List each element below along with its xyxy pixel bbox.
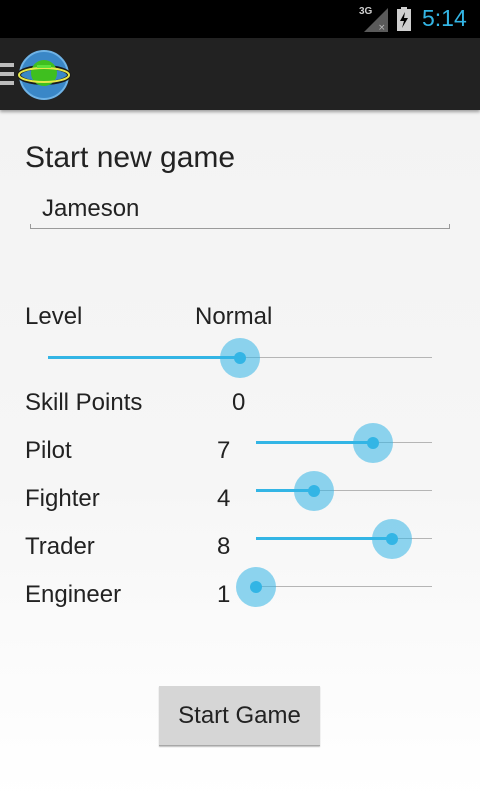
status-bar: 3G × 5:14 (0, 0, 480, 38)
svg-text:×: × (378, 23, 386, 32)
pilot-value: 7 (217, 437, 231, 464)
trader-slider-thumb[interactable] (372, 519, 412, 559)
fighter-value: 4 (217, 485, 231, 512)
fighter-label: Fighter (25, 485, 100, 512)
battery-charging-icon (397, 7, 411, 31)
trader-slider[interactable] (256, 519, 432, 559)
level-slider-thumb[interactable] (220, 338, 260, 378)
skill-points-value: 0 (232, 389, 246, 416)
pilot-slider[interactable] (256, 423, 432, 463)
trader-label: Trader (25, 533, 95, 560)
action-bar (0, 38, 480, 110)
engineer-slider-thumb[interactable] (236, 567, 276, 607)
fighter-slider-thumb[interactable] (294, 471, 334, 511)
engineer-slider-track (256, 586, 432, 587)
clock: 5:14 (422, 5, 467, 31)
name-input-underline (30, 224, 450, 229)
hamburger-icon[interactable] (0, 63, 14, 85)
commander-name-input[interactable] (30, 188, 450, 230)
level-value: Normal (195, 303, 273, 330)
trader-value: 8 (217, 533, 231, 560)
signal-icon: × (364, 8, 388, 32)
level-label: Level (25, 303, 83, 330)
fighter-slider[interactable] (256, 471, 432, 511)
engineer-slider[interactable] (236, 567, 432, 607)
engineer-label: Engineer (25, 581, 122, 608)
pilot-label: Pilot (25, 437, 72, 464)
pilot-slider-thumb[interactable] (353, 423, 393, 463)
planet-logo-icon[interactable] (17, 48, 71, 102)
level-slider-fill (48, 356, 240, 359)
engineer-value: 1 (217, 581, 231, 608)
skill-points-label: Skill Points (25, 389, 143, 416)
page-title: Start new game (25, 141, 236, 174)
start-game-button[interactable]: Start Game (159, 686, 320, 746)
level-slider[interactable] (48, 338, 432, 378)
